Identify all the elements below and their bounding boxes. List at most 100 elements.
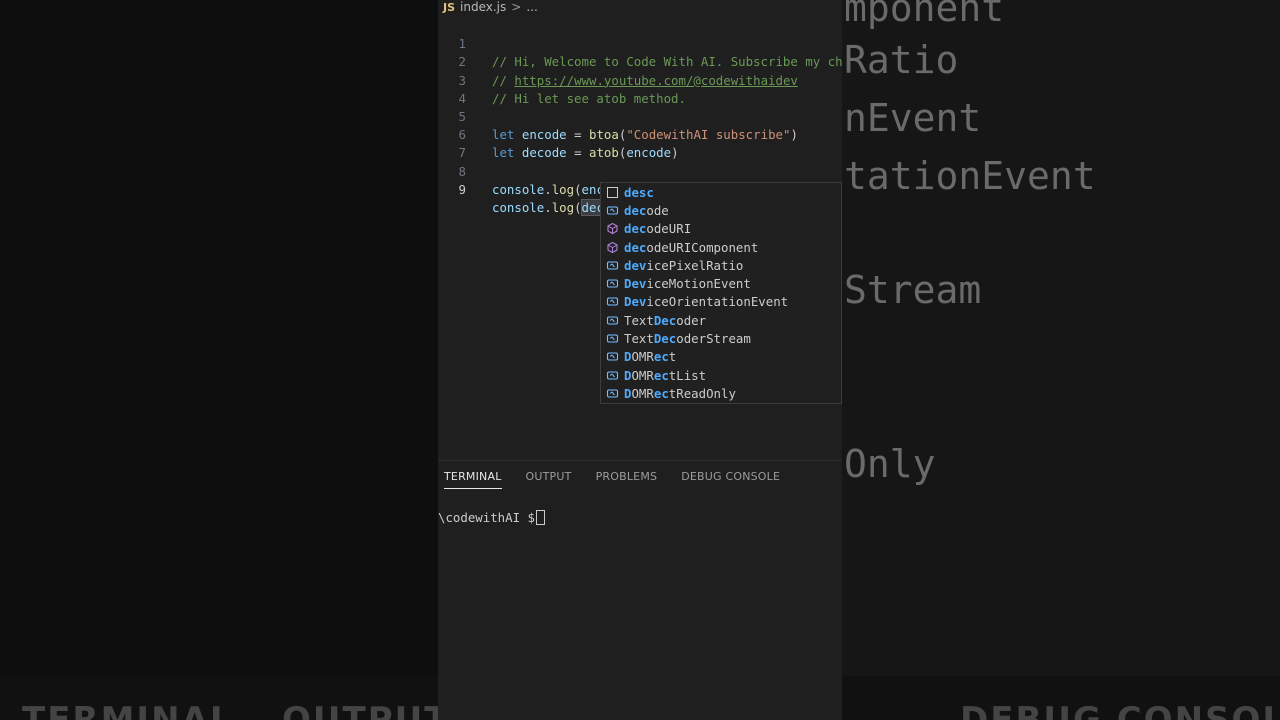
tab-output[interactable]: OUTPUT bbox=[526, 470, 572, 488]
match-highlight: Dec bbox=[653, 312, 677, 328]
code-line: 8 console.log(encode); bbox=[438, 144, 842, 197]
terminal-prompt-text: \codewithAI $ bbox=[438, 510, 535, 525]
suggestion-label: DOMRectList bbox=[624, 368, 706, 383]
match-highlight: Dec bbox=[653, 331, 677, 347]
match-highlight: Dev bbox=[624, 294, 647, 310]
suggestion-label: DeviceMotionEvent bbox=[624, 276, 751, 291]
match-highlight: ec bbox=[653, 385, 669, 401]
match-highlight: ec bbox=[653, 367, 669, 383]
background-word: nEvent bbox=[844, 96, 982, 140]
suggestion-item[interactable]: decodeURIComponent bbox=[601, 238, 841, 256]
code-line-active: 9 console.log(dec); bbox=[438, 163, 842, 216]
code-area[interactable]: 1 // Hi, Welcome to Code With AI. Subscr… bbox=[438, 17, 842, 216]
method-icon bbox=[606, 241, 619, 254]
match-highlight: dec bbox=[624, 202, 647, 218]
label-text: OMR bbox=[631, 367, 654, 383]
label-text: t bbox=[668, 349, 677, 365]
label-text: tList bbox=[668, 367, 707, 383]
suggestion-label: TextDecoderStream bbox=[624, 331, 751, 346]
code-line: 2 // https://www.youtube.com/@codewithai… bbox=[438, 35, 842, 87]
suggestion-item[interactable]: decodeURI bbox=[601, 220, 841, 238]
suggestion-item[interactable]: TextDecoderStream bbox=[601, 329, 841, 347]
background-word: OUTPUT bbox=[282, 700, 450, 720]
suggestion-label: TextDecoder bbox=[624, 313, 706, 328]
label-text: iceMotionEvent bbox=[646, 276, 751, 292]
code-line: 3 // Hi let see atob method. bbox=[438, 53, 842, 106]
label-text: oderStream bbox=[676, 331, 751, 347]
suggestion-item[interactable]: TextDecoder bbox=[601, 311, 841, 329]
label-text: icePixelRatio bbox=[646, 257, 744, 273]
tab-terminal[interactable]: TERMINAL bbox=[444, 470, 502, 489]
javascript-file-icon: JS bbox=[443, 0, 456, 14]
object-name: console bbox=[492, 199, 545, 215]
background-word: DEBUG CONSOLE bbox=[960, 700, 1280, 720]
background-word: Only bbox=[844, 442, 936, 486]
variable-icon bbox=[606, 350, 619, 363]
variable-icon bbox=[606, 204, 619, 217]
variable-icon bbox=[606, 277, 619, 290]
match-highlight: dec bbox=[624, 239, 647, 255]
label-text: iceOrientationEvent bbox=[646, 294, 789, 310]
suggestion-label: decodeURI bbox=[624, 221, 691, 236]
code-line: 4 bbox=[438, 72, 842, 106]
line-number: 9 bbox=[458, 181, 466, 197]
background-word: Stream bbox=[844, 268, 982, 312]
object-name: console bbox=[492, 181, 545, 197]
suggestion-item[interactable]: DeviceMotionEvent bbox=[601, 274, 841, 292]
label-text: OMR bbox=[631, 349, 654, 365]
match-highlight: dev bbox=[624, 257, 647, 273]
background-word: tationEvent bbox=[844, 154, 1096, 198]
suggestion-item[interactable]: decode bbox=[601, 201, 841, 219]
background-word: mponent bbox=[844, 0, 1005, 30]
method-icon bbox=[606, 222, 619, 235]
suggestion-label: decodeURIComponent bbox=[624, 240, 758, 255]
breadcrumb-file[interactable]: index.js bbox=[460, 0, 506, 14]
panel-divider bbox=[438, 460, 842, 461]
breadcrumb-trail[interactable]: ... bbox=[526, 0, 537, 14]
suggestion-item[interactable]: DOMRectList bbox=[601, 366, 841, 384]
suggestion-label: devicePixelRatio bbox=[624, 258, 743, 273]
label-text: Text bbox=[624, 312, 654, 328]
suggestion-item[interactable]: DOMRectReadOnly bbox=[601, 384, 841, 402]
suggestion-label: DeviceOrientationEvent bbox=[624, 294, 788, 309]
background-left-panel bbox=[0, 0, 438, 720]
label-text: ode bbox=[646, 202, 669, 218]
suggestion-item[interactable]: DOMRect bbox=[601, 348, 841, 366]
code-line: 1 // Hi, Welcome to Code With AI. Subscr… bbox=[438, 17, 842, 69]
suggestion-widget[interactable]: desc decode decodeURI decodeURIComponent dev… bbox=[600, 182, 842, 404]
variable-icon bbox=[606, 295, 619, 308]
chevron-right-icon: > bbox=[511, 0, 522, 14]
label-text: odeURI bbox=[646, 221, 692, 237]
breadcrumb: JS index.js > ... bbox=[438, 0, 842, 14]
match-highlight: ec bbox=[653, 349, 669, 365]
terminal-cursor bbox=[535, 510, 545, 525]
code-line: 6 let decode = atob(encode) bbox=[438, 108, 842, 160]
suggestion-label: DOMRectReadOnly bbox=[624, 386, 736, 401]
function-name: log bbox=[551, 199, 575, 215]
punctuation: . bbox=[544, 181, 552, 197]
label-text: tReadOnly bbox=[668, 385, 736, 401]
tab-debug-console[interactable]: DEBUG CONSOLE bbox=[681, 470, 780, 488]
punctuation: . bbox=[544, 199, 552, 215]
suggestion-item[interactable]: DeviceOrientationEvent bbox=[601, 293, 841, 311]
label-text: oder bbox=[676, 312, 707, 328]
label-text: OMR bbox=[631, 385, 654, 401]
panel-tabs: TERMINAL OUTPUT PROBLEMS DEBUG CONSOLE bbox=[444, 470, 780, 490]
function-name: log bbox=[551, 181, 575, 197]
punctuation: ( bbox=[574, 181, 582, 197]
background-word: TERMINAL bbox=[22, 700, 234, 720]
terminal-prompt[interactable]: \codewithAI $ bbox=[438, 510, 545, 525]
match-highlight: dec bbox=[624, 221, 647, 237]
match-highlight: desc bbox=[624, 184, 654, 200]
tab-problems[interactable]: PROBLEMS bbox=[596, 470, 658, 488]
punctuation: ( bbox=[574, 199, 582, 215]
variable-icon bbox=[606, 259, 619, 272]
suggestion-item[interactable]: devicePixelRatio bbox=[601, 256, 841, 274]
variable-icon bbox=[606, 369, 619, 382]
variable-icon bbox=[606, 314, 619, 327]
suggestion-label: DOMRect bbox=[624, 349, 676, 364]
background-right-panel: mponent Ratio nEvent tationEvent Stream … bbox=[842, 0, 1280, 720]
text-icon bbox=[606, 186, 619, 199]
suggestion-item[interactable]: desc bbox=[601, 183, 841, 201]
suggestion-label: decode bbox=[624, 203, 669, 218]
